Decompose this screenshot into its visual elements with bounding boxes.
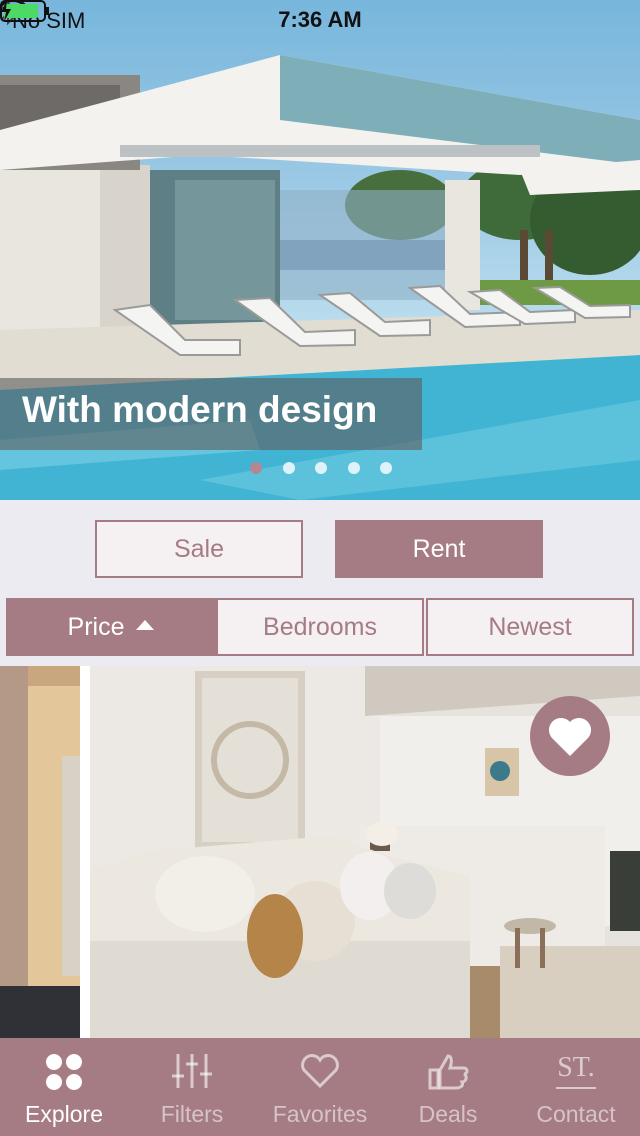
clock: 7:36 AM <box>278 7 362 32</box>
page-dot[interactable] <box>347 462 360 474</box>
sort-bar: Price Bedrooms Newest <box>6 598 634 656</box>
tab-favorites[interactable]: Favorites <box>256 1038 384 1136</box>
app-screen: No SIM 7:36 AM With modern design Sale R… <box>0 0 640 1136</box>
hero-carousel[interactable]: No SIM 7:36 AM With modern design <box>0 0 640 500</box>
page-dot[interactable] <box>250 462 262 474</box>
heart-icon <box>548 717 592 756</box>
charging-icon <box>1 0 11 22</box>
explore-icon <box>46 1054 82 1090</box>
tab-bar: Explore Filters Favorites Deals ST. Cont… <box>0 1038 640 1136</box>
tab-deals[interactable]: Deals <box>384 1038 512 1136</box>
tab-contact-label: Contact <box>536 1101 616 1127</box>
tab-filters[interactable]: Filters <box>128 1038 256 1136</box>
sale-button[interactable]: Sale <box>95 520 303 578</box>
listing-photo-previous[interactable] <box>0 666 80 1038</box>
listing-photo-image <box>0 666 80 1038</box>
st-logo-icon: ST. <box>556 1052 596 1089</box>
tab-explore[interactable]: Explore <box>0 1038 128 1136</box>
tab-favorites-label: Favorites <box>272 1101 368 1127</box>
listing-carousel[interactable] <box>0 666 640 1038</box>
sort-bedrooms-tab[interactable]: Bedrooms <box>216 598 424 656</box>
tab-filters-label: Filters <box>160 1101 224 1127</box>
sort-price-label: Price <box>67 613 125 641</box>
thumbs-up-icon <box>428 1054 469 1090</box>
status-bar: No SIM 7:36 AM <box>0 0 640 40</box>
page-dot[interactable] <box>315 462 327 474</box>
tab-contact[interactable]: ST. Contact <box>512 1038 640 1136</box>
sliders-icon <box>172 1054 212 1088</box>
rent-button[interactable]: Rent <box>335 520 543 578</box>
page-indicator[interactable] <box>250 462 392 474</box>
sort-newest-tab[interactable]: Newest <box>426 598 634 656</box>
sort-price-tab[interactable]: Price <box>6 598 216 656</box>
sort-ascending-icon <box>136 620 155 630</box>
hero-caption: With modern design <box>0 378 422 450</box>
svg-text:ST.: ST. <box>557 1052 595 1083</box>
page-dot[interactable] <box>282 462 295 474</box>
page-dot[interactable] <box>380 462 392 474</box>
tab-explore-label: Explore <box>25 1101 103 1127</box>
heart-icon <box>301 1054 339 1089</box>
favorite-button[interactable] <box>530 696 610 776</box>
tab-deals-label: Deals <box>418 1101 478 1127</box>
